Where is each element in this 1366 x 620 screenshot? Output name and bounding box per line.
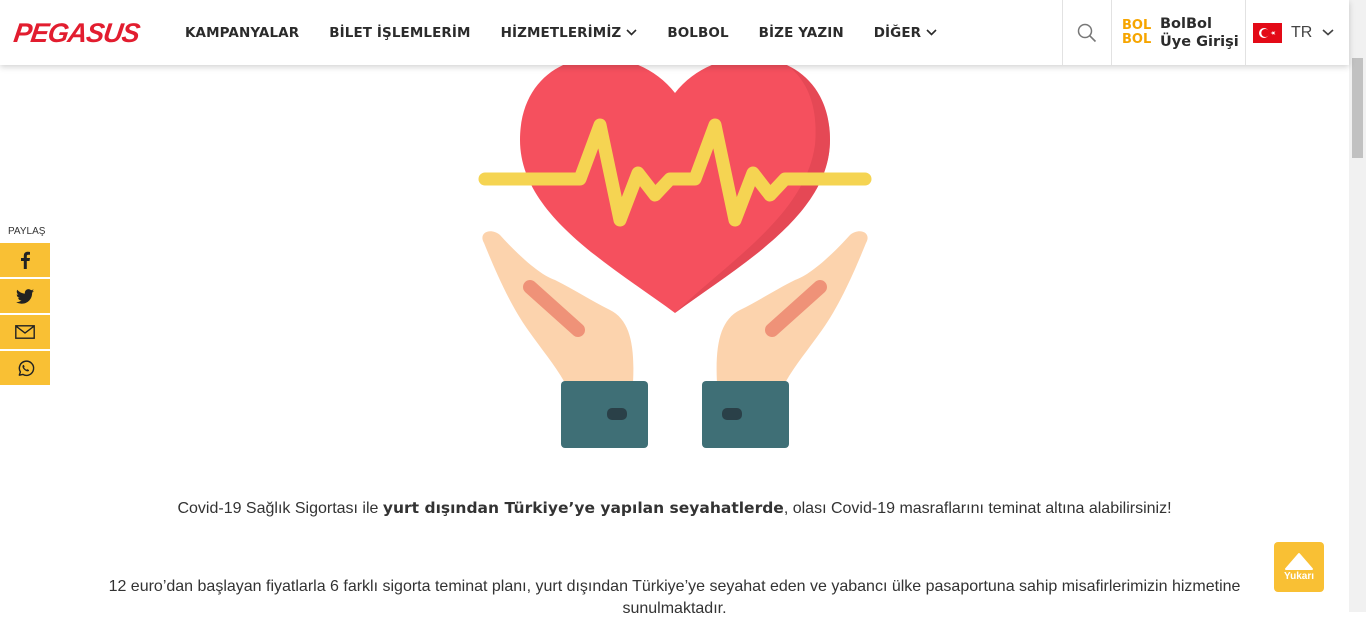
scroll-to-top-button[interactable]: Yukarı (1274, 542, 1324, 592)
mail-icon (15, 325, 35, 339)
turkey-flag-icon (1253, 22, 1282, 43)
plans-paragraph: 12 euro’dan başlayan fiyatlarla 6 farklı… (108, 578, 1241, 617)
bolbol-login-label: BolBol Üye Girişi (1160, 15, 1239, 50)
arrow-up-icon (1285, 553, 1313, 570)
nav-hizmetlerimiz[interactable]: HİZMETLERİMİZ (501, 25, 638, 41)
language-selector[interactable]: TR (1245, 0, 1349, 65)
search-button[interactable] (1062, 0, 1111, 65)
site-header: PEGASUS KAMPANYALAR BİLET İŞLEMLERİM HİZ… (0, 0, 1349, 65)
chevron-down-icon (626, 29, 637, 36)
heart-in-hands-illustration (478, 65, 872, 448)
share-twitter-button[interactable] (0, 279, 50, 313)
header-right: BOL BOL BolBol Üye Girişi TR (1062, 0, 1349, 65)
language-code: TR (1291, 23, 1313, 41)
nav-kampanyalar[interactable]: KAMPANYALAR (185, 25, 299, 41)
bolbol-logo: BOL BOL (1122, 17, 1152, 47)
right-cuff (702, 381, 789, 448)
scroll-to-top-label: Yukarı (1283, 571, 1315, 582)
share-mail-button[interactable] (0, 315, 50, 349)
pegasus-logo[interactable]: PEGASUS (12, 18, 141, 48)
scrollbar-thumb[interactable] (1352, 58, 1363, 158)
whatsapp-icon (18, 359, 34, 376)
intro-bold-text: yurt dışından Türkiye’ye yapılan seyahat… (382, 499, 784, 517)
nav-bize-yazin[interactable]: BİZE YAZIN (759, 25, 844, 41)
chevron-down-icon (1322, 29, 1334, 36)
facebook-icon (21, 251, 30, 269)
page-scrollbar[interactable] (1349, 0, 1366, 612)
intro-paragraph: Covid-19 Sağlık Sigortası ile yurt dışın… (177, 499, 1172, 517)
share-label: PAYLAŞ (8, 226, 46, 237)
search-icon (1077, 23, 1097, 42)
chevron-down-icon (926, 29, 937, 36)
main-nav: KAMPANYALAR BİLET İŞLEMLERİM HİZMETLERİM… (185, 0, 967, 65)
share-whatsapp-button[interactable] (0, 351, 50, 385)
share-facebook-button[interactable] (0, 243, 50, 277)
nav-diger[interactable]: DİĞER (874, 25, 937, 41)
nav-bilet-islemlerim[interactable]: BİLET İŞLEMLERİM (329, 25, 470, 41)
bolbol-login-button[interactable]: BOL BOL BolBol Üye Girişi (1111, 0, 1245, 65)
left-cuff (561, 381, 648, 448)
twitter-icon (16, 288, 34, 304)
nav-bolbol[interactable]: BOLBOL (667, 25, 728, 41)
